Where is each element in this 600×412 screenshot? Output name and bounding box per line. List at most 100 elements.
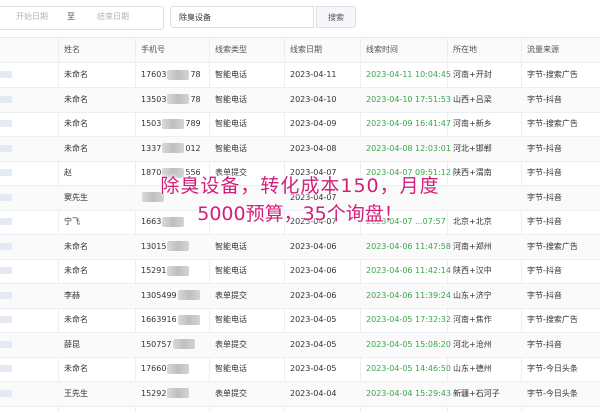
cell-location: 北京+北京	[453, 217, 492, 226]
column-header-lead-type: 线索类型	[215, 45, 247, 54]
cell-traffic-source: 字节-今日头条	[527, 388, 578, 398]
cell-lead-date: 2023-04-07	[290, 192, 337, 202]
cell-lead-date: 2023-04-06	[290, 290, 337, 300]
phone-prefix: 15292	[141, 388, 167, 398]
cell-lead-time: 2023-04-06 11:47:58	[366, 241, 451, 251]
cell-traffic-source: 字节-搜索广告	[527, 70, 578, 79]
cell-lead-date: 2023-04-07	[290, 217, 337, 226]
cell-phone	[141, 186, 165, 210]
cell-lead-time: 2023-04-07 09:51:12	[366, 168, 451, 177]
date-range-separator: 至	[67, 12, 75, 21]
phone-suffix: 78	[190, 94, 201, 104]
phone-mask	[167, 241, 190, 251]
table-row[interactable]: 未命名 1337 012 智能电话 2023-04-08 2023-04-08 12:03…	[0, 136, 600, 162]
phone-mask	[177, 290, 200, 300]
table-row[interactable]: 未命名 17660 智能电话 2023-04-05 2023-04-05 14:46:5…	[0, 357, 600, 382]
cell-name: 宁飞	[64, 217, 80, 226]
cell-traffic-source: 字节-抖音	[527, 290, 562, 300]
phone-prefix: 17660	[141, 364, 167, 373]
cell-location: 陕西+渭南	[453, 168, 492, 177]
table-row[interactable]: 未命名 1503 789 智能电话 2023-04-09 2023-04-09 16:41…	[0, 112, 600, 137]
cell-lead-type: 智能电话	[215, 143, 247, 153]
cell-lead-time: 2023-04-11 10:04:45	[366, 70, 451, 79]
table-row[interactable]: 薛昆 150757 表单提交 2023-04-05 2023-04-05 15:08:2…	[0, 332, 600, 358]
phone-mask	[167, 388, 190, 398]
keyword-search-input[interactable]	[170, 6, 314, 28]
cell-phone: 15291	[141, 259, 190, 283]
table-row[interactable]: 未命名 17603 78 智能电话 2023-04-11 2023-04-11 10:04…	[0, 63, 600, 88]
table-row[interactable]: 宁飞 1663 2023-04-07 2023-04-07 ...07:57 北京+北京…	[0, 210, 600, 235]
cell-lead-time: 2023-04-05 15:08:20	[366, 339, 451, 349]
cell-lead-type: 智能电话	[215, 241, 247, 251]
cell-traffic-source: 字节-抖音	[527, 143, 562, 153]
table-row[interactable]: 李赫 1305499 表单提交 2023-04-06 2023-04-06 11:39:…	[0, 283, 600, 309]
table-row[interactable]: 未命名 13503 78 智能电话 2023-04-10 2023-04-10 17:51…	[0, 87, 600, 113]
row-select-stub	[0, 389, 12, 397]
cell-lead-type: 表单提交	[215, 388, 247, 398]
cell-name: 未命名	[64, 266, 88, 275]
phone-mask	[162, 118, 185, 129]
table-row[interactable]: 未命名 1663916 智能电话 2023-04-05 2023-04-05 17:32…	[0, 308, 600, 333]
cell-lead-date: 2023-04-07	[290, 168, 337, 177]
cell-lead-date: 2023-04-06	[290, 266, 337, 275]
search-button[interactable]: 搜索	[316, 6, 356, 28]
cell-name: 未命名	[64, 364, 88, 373]
leads-table: 姓名 手机号 线索类型 线索日期 线索时间 所在地 流量来源 未命名 17603 7…	[0, 37, 600, 412]
cell-location: 山东+济宁	[453, 290, 492, 300]
cell-traffic-source: 字节-抖音	[527, 94, 562, 104]
cell-lead-time: 2023-04-10 17:51:53	[366, 94, 451, 104]
row-select-stub	[0, 340, 12, 348]
table-row[interactable]: 未命名 13015 智能电话 2023-04-06 2023-04-06 11:47:5…	[0, 234, 600, 260]
phone-prefix: 13015	[141, 241, 167, 251]
cell-name: 未命名	[64, 119, 88, 128]
cell-name: 薛昆	[64, 339, 80, 349]
phone-prefix: 13503	[141, 94, 167, 104]
row-select-stub	[0, 120, 12, 127]
phone-mask	[177, 314, 200, 325]
end-date-field[interactable]: 结束日期	[97, 11, 129, 22]
table-row[interactable]: 窦先生 2023-04-07 字节-抖音	[0, 185, 600, 211]
cell-phone: 1663916	[141, 308, 201, 332]
cell-phone: 150757	[141, 333, 196, 357]
table-row[interactable]: 未命名 15291 智能电话 2023-04-06 2023-04-06 11:42:1…	[0, 259, 600, 284]
cell-lead-time: 2023-04-07 ...07:57	[366, 217, 446, 226]
phone-prefix: 150757	[141, 339, 172, 349]
phone-suffix: 78	[190, 70, 201, 79]
cell-phone: 1870 556	[141, 161, 201, 185]
cell-name: 未命名	[64, 94, 88, 104]
cell-traffic-source: 字节-抖音	[527, 339, 562, 349]
cell-location: 新疆+石河子	[453, 388, 500, 398]
cell-phone: 15292	[141, 382, 190, 406]
cell-phone: 1663	[141, 210, 185, 234]
cell-lead-date: 2023-04-08	[290, 143, 337, 153]
cell-traffic-source: 字节-搜索广告	[527, 119, 578, 128]
cell-location: 山东+德州	[453, 364, 492, 373]
cell-lead-date: 2023-04-05	[290, 339, 337, 349]
column-header-lead-date: 线索日期	[290, 45, 322, 54]
cell-name: 李赫	[64, 290, 80, 300]
table-row[interactable]: 王先生 15292 表单提交 2023-04-04 2023-04-04 15:29:4…	[0, 381, 600, 407]
cell-lead-time: 2023-04-06 11:39:24	[366, 290, 451, 300]
cell-name: 未命名	[64, 241, 88, 251]
table-row[interactable]: 赵 1870 556 表单提交 2023-04-07 2023-04-07 09:51:1…	[0, 161, 600, 186]
cell-traffic-source: 字节-抖音	[527, 192, 562, 202]
cell-lead-type: 智能电话	[215, 315, 247, 324]
cell-name: 王先生	[64, 388, 88, 398]
cell-location: 河南+新乡	[453, 119, 492, 128]
column-header-location: 所在地	[453, 45, 477, 54]
start-date-field[interactable]: 开始日期	[16, 11, 48, 22]
phone-mask	[167, 363, 190, 374]
cell-location: 山西+吕梁	[453, 94, 492, 104]
cell-phone: 1337 012	[141, 137, 201, 161]
cell-lead-type: 表单提交	[215, 290, 247, 300]
row-select-stub	[0, 71, 12, 78]
date-range-picker[interactable]: 开始日期 至 结束日期	[0, 6, 164, 30]
cell-phone: 13503 78	[141, 88, 201, 112]
cell-name: 未命名	[64, 143, 88, 153]
cell-traffic-source: 字节-搜索广告	[527, 241, 578, 251]
row-select-stub	[0, 95, 12, 103]
column-header-phone: 手机号	[141, 45, 165, 54]
cell-lead-type: 智能电话	[215, 94, 247, 104]
cell-lead-date: 2023-04-05	[290, 364, 337, 373]
cell-phone: 17660	[141, 357, 190, 381]
